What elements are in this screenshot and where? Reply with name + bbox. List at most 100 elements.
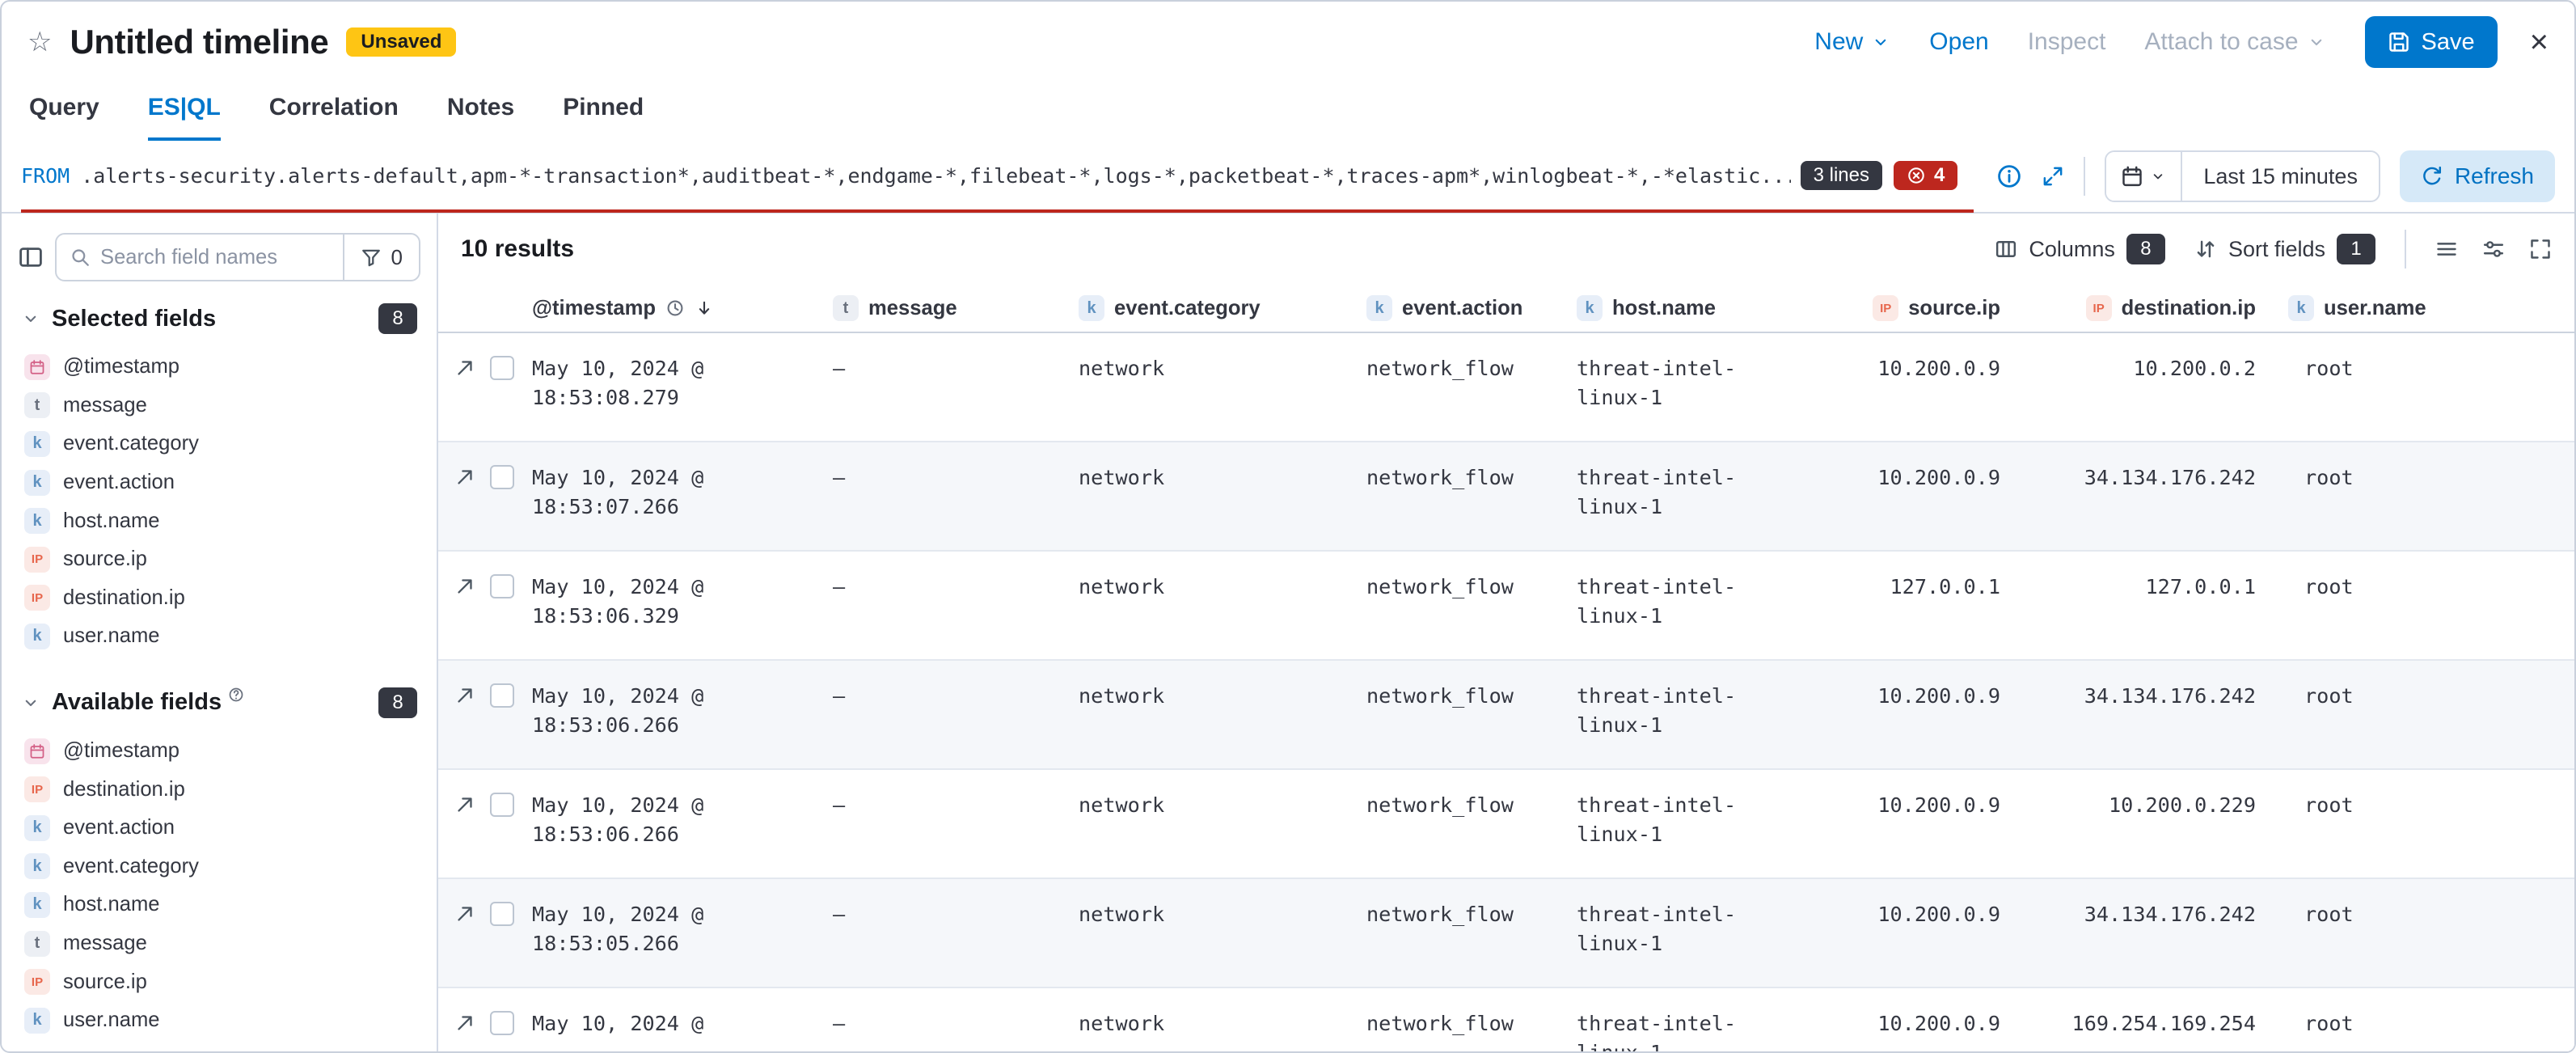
field-item[interactable]: IPdestination.ip (24, 579, 437, 618)
row-checkbox[interactable] (490, 465, 514, 489)
expand-event-icon[interactable] (454, 685, 475, 706)
editor-badges: 3 lines 4 (1801, 161, 1958, 190)
timeline-header: ☆ Untitled timeline Unsaved New Open Ins… (2, 2, 2574, 82)
expand-event-icon[interactable] (454, 1013, 475, 1034)
keyword-token-icon: k (24, 815, 50, 841)
expand-event-icon[interactable] (454, 794, 475, 815)
attach-to-case-button[interactable]: Attach to case (2144, 28, 2325, 56)
column-header-event.category[interactable]: kevent.category (1062, 295, 1350, 321)
chevron-down-icon (2150, 168, 2166, 184)
date-picker-calendar-button[interactable] (2106, 152, 2182, 201)
ip-token-icon: IP (24, 547, 50, 573)
save-button[interactable]: Save (2365, 16, 2498, 68)
cell-source_ip: 10.200.0.9 (1803, 661, 2016, 768)
field-item[interactable]: kevent.category (24, 425, 437, 463)
new-menu-button[interactable]: New (1814, 28, 1890, 56)
field-item[interactable]: tmessage (24, 924, 437, 963)
field-item[interactable]: kuser.name (24, 617, 437, 656)
tab-correlation[interactable]: Correlation (269, 94, 399, 141)
field-item[interactable]: tmessage (24, 387, 437, 425)
sidebar-toolbar: 0 (2, 233, 437, 281)
field-item[interactable]: kevent.category (24, 848, 437, 886)
cell-destination_ip: 10.200.0.229 (2016, 770, 2272, 878)
cell-event_category: network (1062, 333, 1350, 441)
field-search-input[interactable] (91, 246, 343, 269)
sort-fields-button[interactable]: Sort fields 1 (2194, 234, 2375, 264)
refresh-button[interactable]: Refresh (2400, 150, 2555, 202)
timeline-title[interactable]: Untitled timeline (70, 23, 328, 61)
column-header-source.ip[interactable]: IPsource.ip (1803, 295, 2016, 321)
field-item[interactable]: IPdestination.ip (24, 770, 437, 809)
text-token-icon: t (24, 931, 50, 957)
fullscreen-icon[interactable] (2529, 238, 2552, 260)
tab-esql[interactable]: ES|QL (148, 94, 221, 141)
columns-icon (1995, 238, 2017, 260)
favorite-star-icon[interactable]: ☆ (27, 26, 52, 58)
keyword-token-icon: k (24, 431, 50, 457)
info-icon[interactable] (1996, 163, 2022, 189)
column-header-event.action[interactable]: kevent.action (1350, 295, 1560, 321)
field-item[interactable]: khost.name (24, 886, 437, 924)
open-button[interactable]: Open (1929, 28, 1988, 56)
row-density-icon[interactable] (2435, 238, 2458, 260)
cell-source_ip: 10.200.0.9 (1803, 333, 2016, 441)
field-item[interactable]: @timestamp (24, 348, 437, 387)
expand-event-icon[interactable] (454, 467, 475, 488)
available-fields-count-badge: 8 (378, 687, 417, 718)
column-label: source.ip (1908, 297, 2000, 320)
cell-source_ip: 10.200.0.9 (1803, 770, 2016, 878)
expand-event-icon[interactable] (454, 357, 475, 378)
tab-query[interactable]: Query (29, 94, 99, 141)
field-item[interactable]: kevent.action (24, 809, 437, 848)
row-checkbox[interactable] (490, 793, 514, 817)
row-checkbox[interactable] (490, 902, 514, 926)
cell-source_ip: 10.200.0.9 (1803, 879, 2016, 987)
row-checkbox[interactable] (490, 356, 514, 380)
results-count: 10 results (461, 235, 574, 263)
expand-editor-icon[interactable] (2042, 165, 2064, 188)
table-row: May 10, 2024 @ 18:53:06.266–networknetwo… (438, 661, 2574, 770)
timeline-tabs: Query ES|QL Correlation Notes Pinned (2, 82, 2574, 141)
selected-fields-header[interactable]: Selected fields 8 (2, 296, 437, 341)
field-item[interactable]: @timestamp (24, 732, 437, 771)
tab-notes[interactable]: Notes (447, 94, 514, 141)
esql-editor[interactable]: FROM .alerts-security.alerts-default,apm… (21, 142, 1974, 213)
sidebar-toggle-icon[interactable] (18, 244, 44, 270)
sort-descending-icon[interactable] (695, 298, 714, 318)
column-header-host.name[interactable]: khost.name (1560, 295, 1803, 321)
columns-button[interactable]: Columns 8 (1995, 234, 2165, 264)
divider (2084, 157, 2085, 196)
row-checkbox[interactable] (490, 574, 514, 598)
column-header-@timestamp[interactable]: @timestamp (516, 297, 817, 320)
field-item[interactable]: kevent.action (24, 463, 437, 502)
expand-event-icon[interactable] (454, 903, 475, 924)
row-controls (438, 552, 516, 659)
errors-badge[interactable]: 4 (1894, 161, 1957, 190)
field-filter-button[interactable]: 0 (343, 235, 419, 280)
keyword-token-icon: k (1577, 295, 1603, 321)
column-header-message[interactable]: tmessage (817, 295, 1062, 321)
cell-user_name: root (2272, 442, 2574, 550)
field-label: event.action (63, 471, 175, 494)
column-header-destination.ip[interactable]: IPdestination.ip (2016, 295, 2272, 321)
lines-badge[interactable]: 3 lines (1801, 161, 1882, 190)
tab-pinned[interactable]: Pinned (563, 94, 644, 141)
field-item[interactable]: IPsource.ip (24, 540, 437, 579)
available-fields-header[interactable]: Available fields 8 (2, 680, 437, 725)
display-options-icon[interactable] (2482, 238, 2505, 260)
chevron-down-icon (1871, 32, 1890, 52)
column-header-user.name[interactable]: kuser.name (2272, 295, 2574, 321)
date-token-icon (24, 354, 50, 380)
field-label: host.name (63, 510, 160, 533)
close-timeline-icon[interactable]: × (2530, 26, 2549, 58)
chevron-down-icon (21, 693, 40, 713)
field-item[interactable]: kuser.name (24, 1001, 437, 1040)
row-checkbox[interactable] (490, 683, 514, 708)
field-item[interactable]: IPsource.ip (24, 962, 437, 1001)
time-range-button[interactable]: Last 15 minutes (2182, 164, 2379, 189)
expand-event-icon[interactable] (454, 576, 475, 597)
row-checkbox[interactable] (490, 1011, 514, 1035)
inspect-button[interactable]: Inspect (2028, 28, 2106, 56)
keyword-token-icon: k (1079, 295, 1104, 321)
field-item[interactable]: khost.name (24, 501, 437, 540)
